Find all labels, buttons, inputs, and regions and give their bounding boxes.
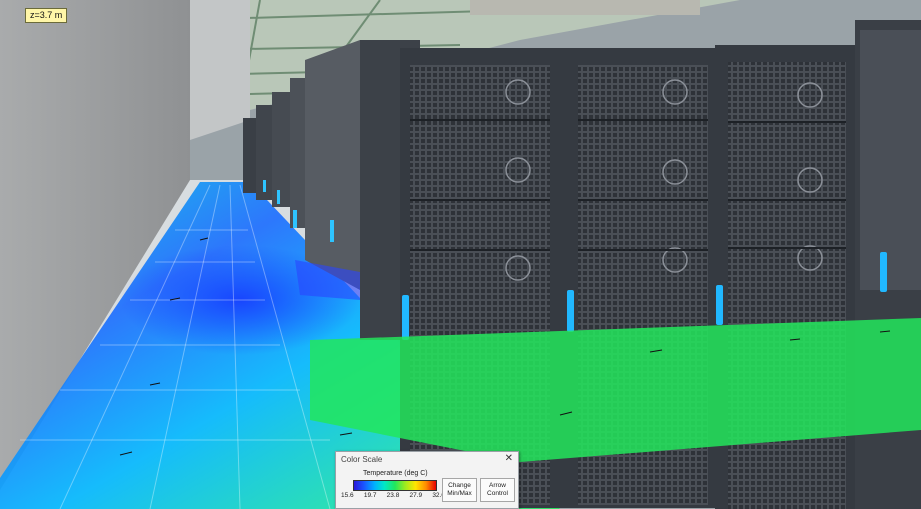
color-scale-bar	[353, 480, 437, 491]
arrow-control-button[interactable]: Arrow Control	[480, 478, 515, 502]
z-height-label: z=3.7 m	[25, 8, 68, 23]
dialog-title: Color Scale	[341, 455, 383, 464]
scale-tick: 23.8	[386, 492, 400, 499]
scale-tick: 27.9	[409, 492, 423, 499]
scale-tick: 15.6	[341, 492, 354, 499]
scale-title: Temperature (deg C)	[363, 470, 428, 477]
scale-ticks: 15.6 19.7 23.8 27.9 32.0	[341, 492, 445, 499]
3d-viewport[interactable]	[0, 0, 921, 509]
change-minmax-button[interactable]: Change Min/Max	[442, 478, 477, 502]
close-icon[interactable]: ✕	[505, 453, 513, 464]
color-scale-dialog: Color Scale ✕ Temperature (deg C) 15.6 1…	[335, 451, 519, 509]
scale-tick: 19.7	[363, 492, 377, 499]
